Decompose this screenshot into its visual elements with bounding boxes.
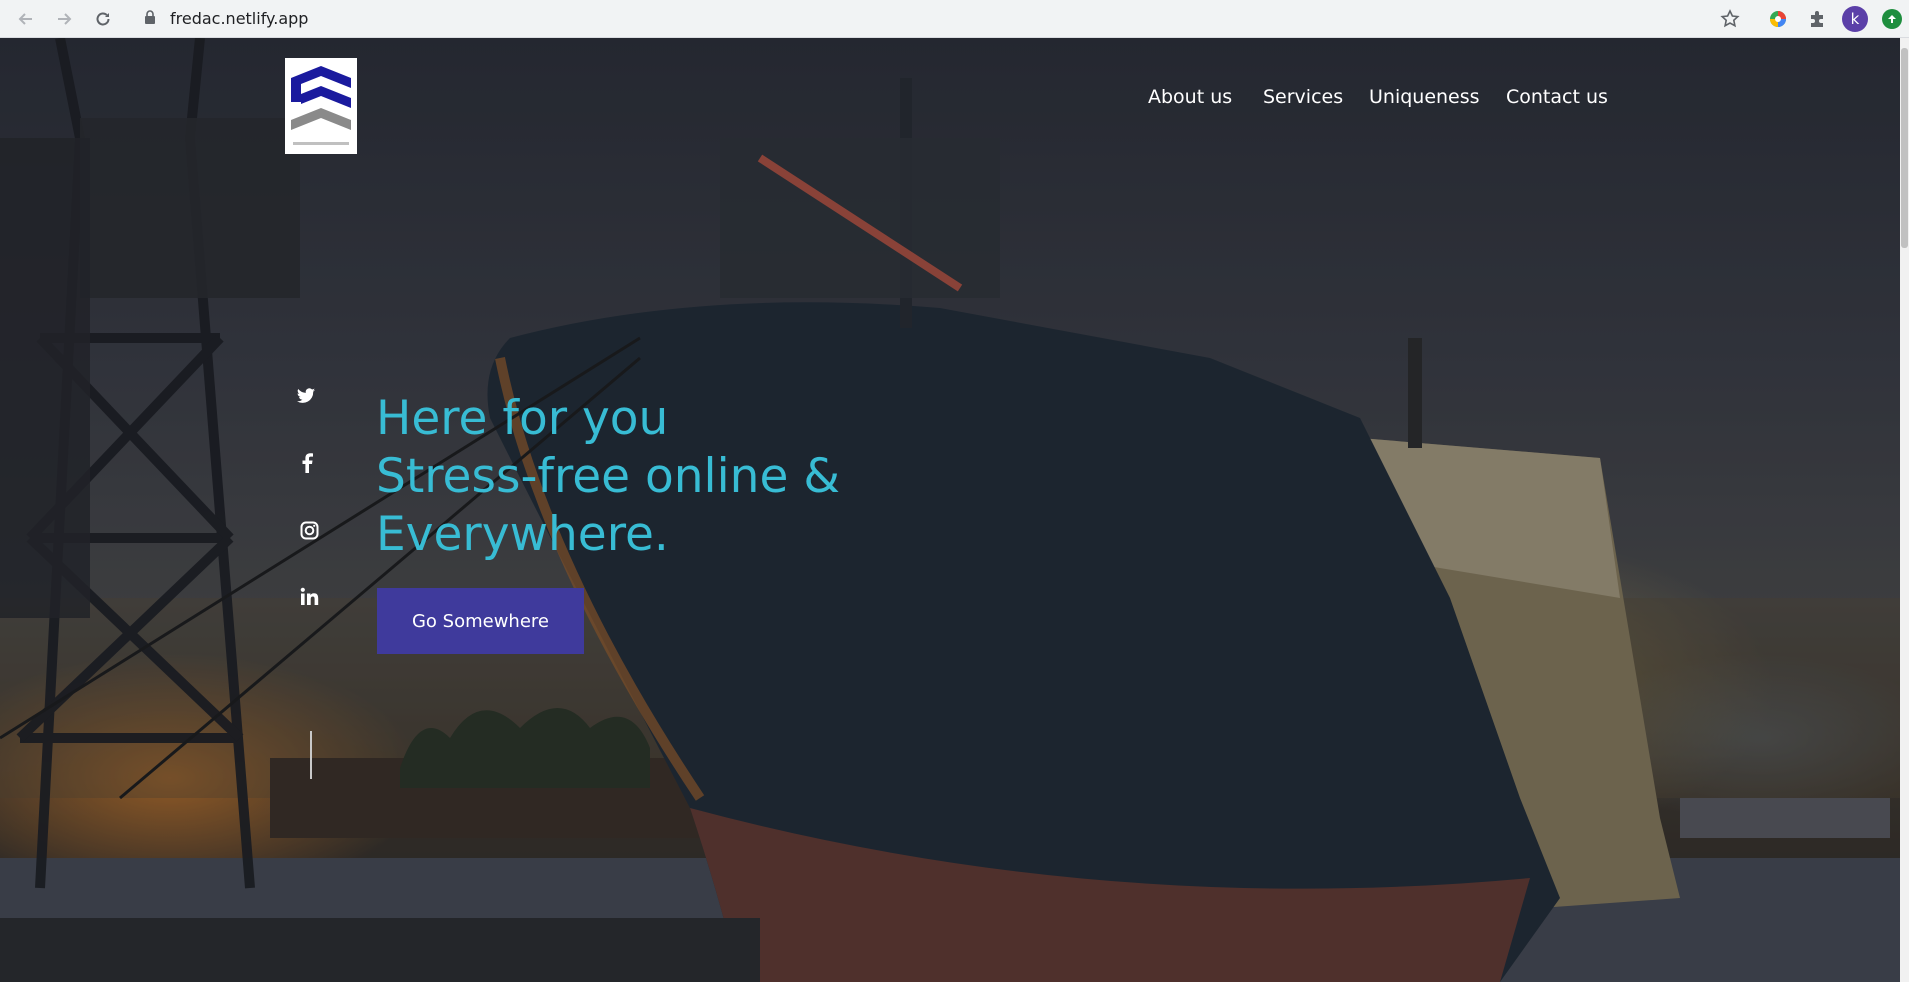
update-icon[interactable] — [1882, 9, 1902, 29]
address-bar[interactable]: fredac.netlify.app — [130, 3, 1750, 33]
facebook-icon[interactable] — [301, 453, 313, 478]
forward-icon[interactable] — [50, 5, 78, 33]
social-divider-line — [310, 731, 312, 779]
headline-line-2: Stress-free online & — [376, 449, 840, 504]
scrollbar-thumb[interactable] — [1901, 48, 1908, 248]
lock-icon[interactable] — [144, 10, 156, 30]
linkedin-icon[interactable] — [300, 587, 319, 611]
headline-line-3: Everywhere. — [376, 507, 669, 562]
star-icon[interactable] — [1717, 6, 1743, 32]
color-wheel-icon[interactable] — [1765, 6, 1791, 32]
hero-headline: Here for you Stress-free online & Everyw… — [376, 390, 976, 564]
twitter-icon[interactable] — [296, 387, 316, 410]
headline-line-1: Here for you — [376, 391, 669, 446]
reload-icon[interactable] — [89, 5, 117, 33]
nav-item-services[interactable]: Services — [1263, 86, 1343, 108]
page-scrollbar[interactable] — [1900, 38, 1909, 982]
nav-item-about-us[interactable]: About us — [1148, 86, 1232, 108]
go-somewhere-button[interactable]: Go Somewhere — [377, 588, 584, 654]
nav-item-uniqueness[interactable]: Uniqueness — [1369, 86, 1480, 108]
back-icon[interactable] — [12, 5, 40, 33]
url-text[interactable]: fredac.netlify.app — [170, 9, 308, 28]
profile-avatar[interactable]: k — [1842, 6, 1868, 32]
nav-item-contact-us[interactable]: Contact us — [1506, 86, 1608, 108]
extensions-icon[interactable] — [1804, 6, 1830, 32]
browser-toolbar: fredac.netlify.app k — [0, 0, 1909, 38]
hero-section: About us Services Uniqueness Contact us … — [0, 38, 1900, 982]
main-nav: About us Services Uniqueness Contact us — [0, 86, 1900, 116]
instagram-icon[interactable] — [300, 521, 319, 545]
